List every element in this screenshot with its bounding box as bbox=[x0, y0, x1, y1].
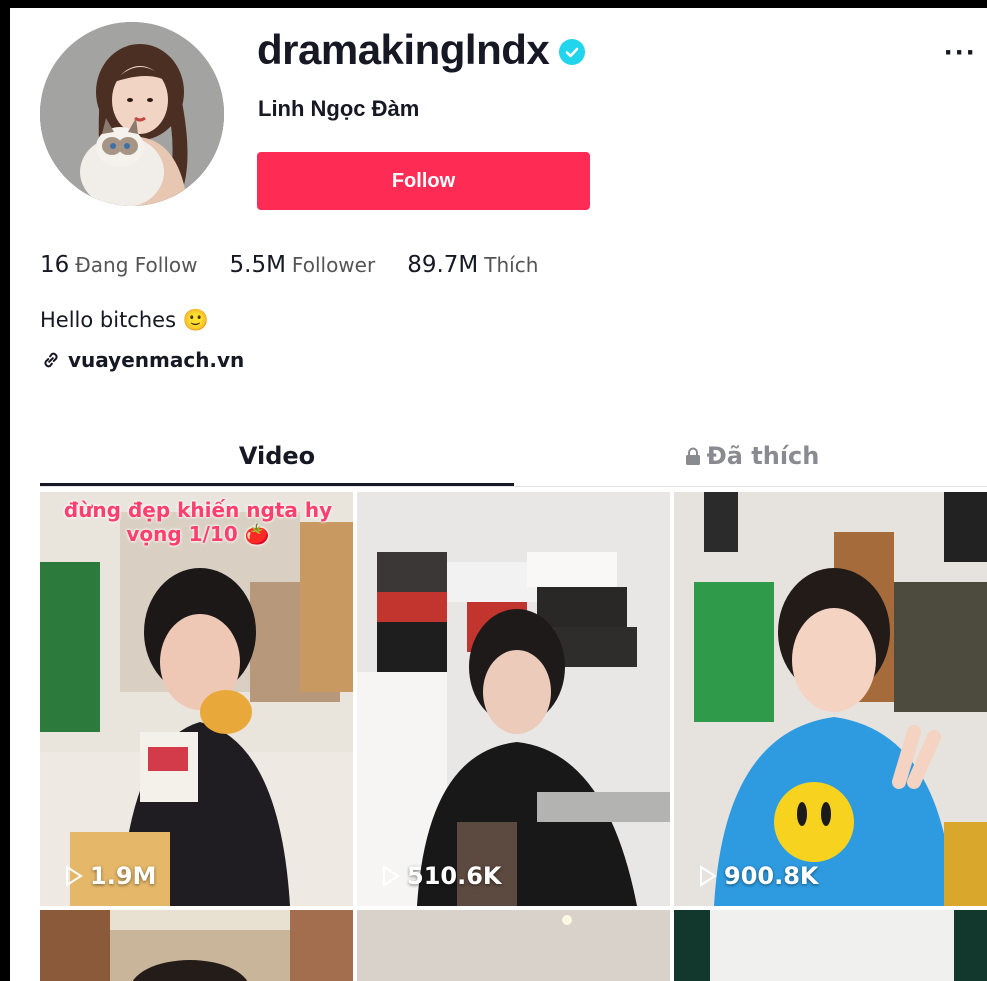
video-thumbnail-image bbox=[674, 492, 987, 906]
video-thumbnail[interactable]: 900.8K bbox=[674, 492, 987, 906]
tab-liked[interactable]: Đã thích bbox=[514, 428, 987, 484]
video-views-count: 1.9M bbox=[90, 862, 157, 890]
verified-badge-icon bbox=[559, 39, 586, 65]
video-views: 1.9M bbox=[64, 862, 156, 890]
more-options-icon[interactable]: ··· bbox=[944, 36, 977, 70]
video-thumbnail-image bbox=[674, 910, 987, 981]
bio: Hello bitches 🙂 bbox=[40, 308, 209, 332]
stat-followers-count: 5.5M bbox=[229, 252, 286, 278]
avatar-image bbox=[40, 22, 224, 206]
tab-video[interactable]: Video bbox=[40, 428, 514, 484]
video-thumbnail[interactable]: đừng đẹp khiến ngta hy vọng 1/10 🍅 1.9M bbox=[40, 492, 353, 906]
tab-active-indicator bbox=[40, 483, 514, 486]
profile-tabs: Video Đã thích bbox=[40, 428, 987, 487]
play-icon bbox=[700, 865, 717, 887]
video-views: 510.6K bbox=[381, 862, 502, 890]
video-thumbnail[interactable] bbox=[40, 910, 353, 981]
stat-following-count: 16 bbox=[40, 252, 70, 278]
play-icon bbox=[383, 865, 400, 887]
profile-page: dramakinglndx Linh Ngọc Đàm Follow ··· 1… bbox=[10, 8, 987, 981]
username-text: dramakinglndx bbox=[257, 26, 550, 73]
video-thumbnail[interactable]: 510.6K bbox=[357, 492, 670, 906]
stat-following[interactable]: 16 Đang Follow bbox=[40, 252, 198, 278]
follow-button[interactable]: Follow bbox=[257, 152, 590, 210]
stat-following-label: Đang Follow bbox=[75, 253, 198, 277]
video-thumbnail-image bbox=[357, 492, 670, 906]
stat-likes-count: 89.7M bbox=[407, 252, 479, 278]
bio-link[interactable]: vuayenmach.vn bbox=[40, 348, 244, 372]
username: dramakinglndx bbox=[257, 26, 586, 74]
video-thumbnail-image bbox=[40, 910, 353, 981]
stat-likes-label: Thích bbox=[484, 253, 539, 277]
video-thumbnail[interactable] bbox=[357, 910, 670, 981]
video-thumbnail[interactable] bbox=[674, 910, 987, 981]
tab-liked-label: Đã thích bbox=[706, 442, 820, 470]
profile-stats: 16 Đang Follow 5.5M Follower 89.7M Thích bbox=[40, 252, 538, 278]
video-views-count: 510.6K bbox=[407, 862, 502, 890]
video-thumbnail-image bbox=[357, 910, 670, 981]
lock-icon bbox=[685, 447, 700, 465]
tab-video-label: Video bbox=[238, 442, 316, 470]
stat-likes: 89.7M Thích bbox=[407, 252, 538, 278]
link-icon bbox=[44, 352, 58, 368]
stat-followers[interactable]: 5.5M Follower bbox=[230, 252, 376, 278]
stat-followers-label: Follower bbox=[291, 253, 376, 277]
video-views: 900.8K bbox=[698, 862, 819, 890]
bio-link-text: vuayenmach.vn bbox=[68, 348, 245, 372]
video-caption: đừng đẹp khiến ngta hy vọng 1/10 🍅 bbox=[63, 498, 333, 546]
video-views-count: 900.8K bbox=[724, 862, 819, 890]
video-thumbnail-image bbox=[40, 492, 353, 906]
play-icon bbox=[66, 865, 83, 887]
nickname: Linh Ngọc Đàm bbox=[258, 96, 420, 121]
avatar[interactable] bbox=[40, 22, 224, 206]
